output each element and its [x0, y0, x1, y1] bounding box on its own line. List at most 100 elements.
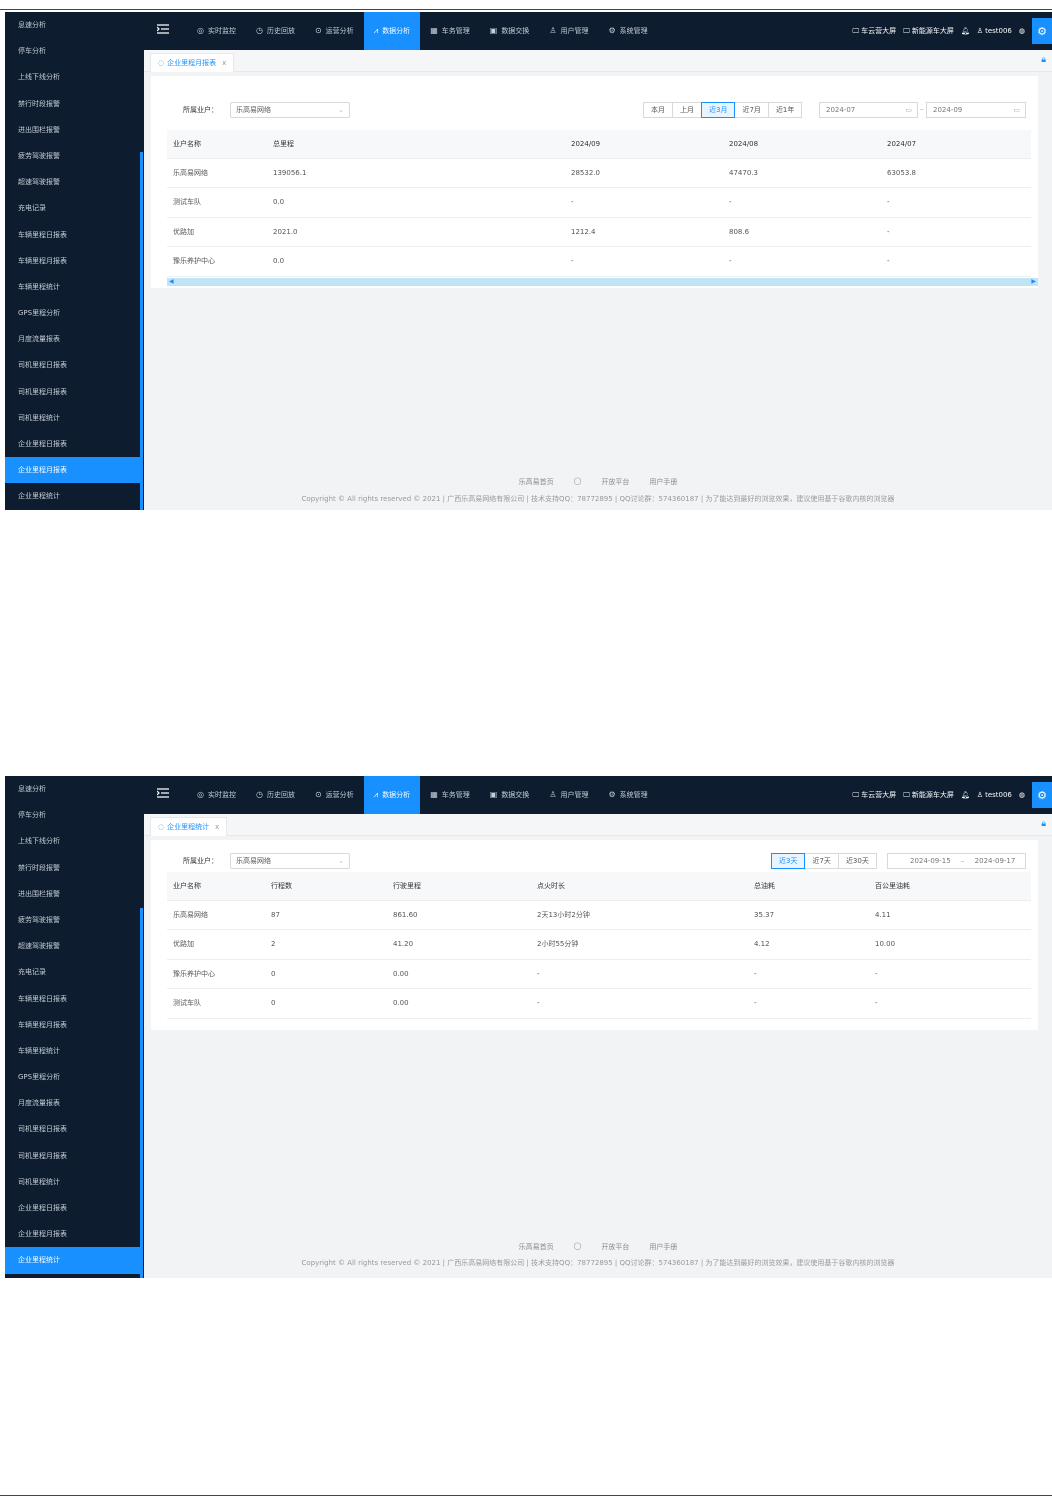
nav-item[interactable]: ◎ 实时监控 — [187, 12, 246, 50]
nav-item[interactable]: ⚙ 系统管理 — [598, 776, 657, 814]
nav-item[interactable]: ▦ 车务管理 — [420, 12, 480, 50]
sidebar-item[interactable]: 超速驾驶报警 — [5, 169, 140, 195]
sidebar-item[interactable]: 疲劳驾驶报警 — [5, 907, 140, 933]
range-button[interactable]: 近30天 — [837, 853, 877, 869]
sidebar-item[interactable]: 企业里程月报表 — [5, 457, 140, 484]
globe-icon[interactable]: ◍ — [1019, 791, 1025, 799]
sidebar-item[interactable]: 超速驾驶报警 — [5, 933, 140, 959]
lock-icon[interactable]: 🔒︎ — [1041, 819, 1046, 829]
nav-item[interactable]: ♙ 用户管理 — [539, 12, 598, 50]
sidebar-item[interactable]: 充电记录 — [5, 959, 140, 985]
footer-link[interactable]: 开放平台 — [601, 1242, 629, 1252]
user-menu[interactable]: ♙ test006 — [977, 791, 1012, 799]
sidebar-item[interactable]: 息速分析 — [5, 12, 140, 38]
sidebar-item[interactable]: 车辆里程月报表 — [5, 248, 140, 274]
end-month-input[interactable]: 2024-09 ▭ — [926, 102, 1026, 118]
bell-icon[interactable]: 🔔︎ — [961, 27, 970, 35]
sidebar-item[interactable]: 上线下线分析 — [5, 64, 140, 90]
ev-screen-link[interactable]: 🖵 新能源车大屏 — [903, 790, 954, 800]
settings-gear-icon[interactable]: ⚙ — [1032, 18, 1052, 44]
start-month-input[interactable]: 2024-07 ▭ — [819, 102, 918, 118]
nav-item[interactable]: ⚙ 系统管理 — [598, 12, 657, 50]
menu-fold-icon[interactable] — [157, 24, 169, 34]
sidebar-item[interactable]: 车辆里程日报表 — [5, 986, 140, 1012]
nav-item[interactable]: ◷ 历史回放 — [246, 776, 305, 814]
sidebar-item[interactable]: 车辆里程月报表 — [5, 1012, 140, 1038]
nav-item[interactable]: ▦ 车务管理 — [420, 776, 480, 814]
sidebar-item[interactable]: 车辆里程统计 — [5, 274, 140, 300]
sidebar-item[interactable]: 停车分析 — [5, 38, 140, 64]
sidebar-item[interactable]: 月度流量报表 — [5, 326, 140, 352]
lock-icon[interactable]: 🔒︎ — [1041, 55, 1046, 65]
nav-item[interactable]: ⩘ 数据分析 — [363, 12, 421, 50]
range-button[interactable]: 近1年 — [767, 102, 803, 118]
sidebar-scroll-thumb[interactable] — [140, 152, 143, 510]
sidebar-item[interactable]: 疲劳驾驶报警 — [5, 143, 140, 169]
globe-icon[interactable]: ◍ — [1019, 27, 1025, 35]
sidebar-item[interactable]: 司机里程日报表 — [5, 352, 140, 378]
footer-link[interactable]: 乐高易首页 — [519, 1242, 554, 1252]
footer-link[interactable]: 开放平台 — [601, 477, 629, 487]
sidebar-item[interactable]: 车辆里程统计 — [5, 1038, 140, 1064]
sidebar-item[interactable]: 企业里程统计 — [5, 483, 140, 509]
nav-item[interactable]: ⩘ 数据分析 — [363, 776, 421, 814]
nav-item[interactable]: ◎ 实时监控 — [187, 776, 246, 814]
sidebar-item[interactable]: 司机里程月报表 — [5, 379, 140, 405]
sidebar-item[interactable]: 禁行时段报警 — [5, 91, 140, 117]
range-button[interactable]: 近7天 — [804, 853, 839, 869]
scroll-right-icon[interactable]: ▶ — [1031, 278, 1036, 286]
range-button[interactable]: 近3月 — [701, 102, 736, 118]
table-horizontal-scrollbar[interactable]: ◀ ▶ — [167, 278, 1038, 286]
bell-icon[interactable]: 🔔︎ — [961, 791, 970, 799]
user-menu[interactable]: ♙ test006 — [977, 27, 1012, 35]
footer-link[interactable]: 用户手册 — [649, 1242, 677, 1252]
sidebar-item[interactable]: 息速分析 — [5, 776, 140, 802]
github-icon[interactable]: ◯ — [574, 477, 582, 487]
close-icon[interactable]: x — [222, 54, 226, 73]
sidebar-item[interactable]: 充电记录 — [5, 195, 140, 221]
sidebar-item[interactable]: 车辆里程日报表 — [5, 222, 140, 248]
sidebar-item[interactable]: 月度流量报表 — [5, 1090, 140, 1116]
owner-select[interactable]: 乐高易网络 ⌄ — [230, 102, 350, 118]
sidebar-item[interactable]: 进出围栏报警 — [5, 117, 140, 143]
scroll-left-icon[interactable]: ◀ — [169, 278, 174, 286]
tab-enterprise-stats[interactable]: ◌ 企业里程统计 x — [150, 817, 228, 837]
sidebar-item[interactable]: 司机里程日报表 — [5, 1116, 140, 1142]
nav-item[interactable]: ▣ 数据交换 — [480, 776, 540, 814]
cloud-screen-link[interactable]: 🖵 车云营大屏 — [852, 790, 896, 800]
sidebar-item[interactable]: 司机里程统计 — [5, 405, 140, 431]
range-button[interactable]: 上月 — [672, 102, 702, 118]
owner-select[interactable]: 乐高易网络 ⌄ — [230, 853, 350, 869]
sidebar-scroll-thumb[interactable] — [140, 908, 143, 1278]
nav-item[interactable]: ▣ 数据交换 — [480, 12, 540, 50]
sidebar-item[interactable]: 企业里程月报表 — [5, 1221, 140, 1247]
range-button[interactable]: 近7月 — [734, 102, 769, 118]
ev-screen-link[interactable]: 🖵 新能源车大屏 — [903, 26, 954, 36]
tab-enterprise-monthly[interactable]: ◌ 企业里程月报表 x — [150, 53, 235, 73]
sidebar-item[interactable]: 进出围栏报警 — [5, 881, 140, 907]
sidebar-item[interactable]: 企业里程统计 — [5, 1247, 140, 1274]
date-range-input[interactable]: 2024-09-15 – 2024-09-17 — [887, 853, 1026, 869]
sidebar-item[interactable]: 企业里程日报表 — [5, 1195, 140, 1221]
footer-link[interactable]: 乐高易首页 — [519, 477, 554, 487]
range-button[interactable]: 本月 — [643, 102, 673, 118]
settings-gear-icon[interactable]: ⚙ — [1032, 782, 1052, 808]
nav-item[interactable]: ♙ 用户管理 — [539, 776, 598, 814]
nav-item[interactable]: ◷ 历史回放 — [246, 12, 305, 50]
nav-item[interactable]: ⊙ 运营分析 — [305, 12, 364, 50]
github-icon[interactable]: ◯ — [574, 1242, 582, 1252]
sidebar-item[interactable]: 上线下线分析 — [5, 828, 140, 854]
sidebar-item[interactable]: GPS里程分析 — [5, 1064, 140, 1090]
sidebar-item[interactable]: 司机里程月报表 — [5, 1143, 140, 1169]
sidebar-item[interactable]: 企业里程日报表 — [5, 431, 140, 457]
range-button[interactable]: 近3天 — [771, 853, 806, 869]
sidebar-item[interactable]: 禁行时段报警 — [5, 855, 140, 881]
sidebar-item[interactable]: GPS里程分析 — [5, 300, 140, 326]
cloud-screen-link[interactable]: 🖵 车云营大屏 — [852, 26, 896, 36]
sidebar-item[interactable]: 司机里程统计 — [5, 1169, 140, 1195]
close-icon[interactable]: x — [215, 818, 219, 837]
menu-fold-icon[interactable] — [157, 788, 169, 798]
nav-item[interactable]: ⊙ 运营分析 — [305, 776, 364, 814]
sidebar-item[interactable]: 停车分析 — [5, 802, 140, 828]
footer-link[interactable]: 用户手册 — [649, 477, 677, 487]
